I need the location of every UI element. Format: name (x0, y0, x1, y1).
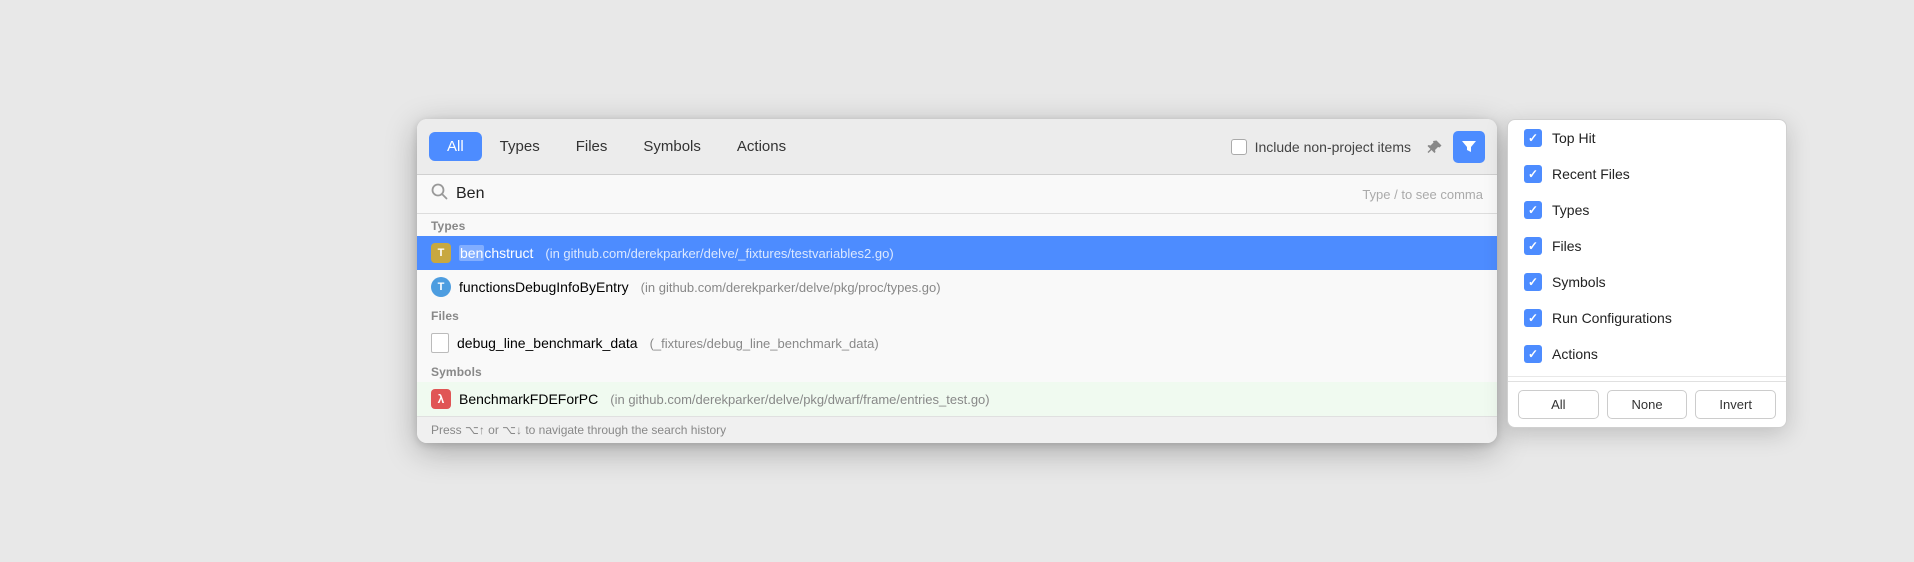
checkbox-files[interactable]: ✓ (1524, 237, 1542, 255)
highlight-text: ben (459, 245, 484, 261)
tab-files[interactable]: Files (558, 132, 626, 161)
dropdown-item-symbols[interactable]: ✓ Symbols (1508, 264, 1786, 300)
dropdown-divider (1508, 376, 1786, 377)
item-name-debug: debug_line_benchmark_data (457, 335, 638, 351)
pin-icon (1427, 139, 1443, 155)
status-bar: Press ⌥↑ or ⌥↓ to navigate through the s… (417, 416, 1497, 443)
include-checkbox[interactable] (1231, 139, 1247, 155)
table-row[interactable]: T functionsDebugInfoByEntry (in github.c… (417, 270, 1497, 304)
search-panel: All Types Files Symbols Actions Include … (417, 119, 1497, 443)
search-input[interactable] (456, 185, 656, 203)
pin-button[interactable] (1421, 133, 1449, 161)
checkbox-recentfiles[interactable]: ✓ (1524, 165, 1542, 183)
section-types: Types (417, 214, 1497, 236)
none-button[interactable]: None (1607, 390, 1688, 419)
table-row[interactable]: λ BenchmarkFDEForPC (in github.com/derek… (417, 382, 1497, 416)
filter-dropdown: ✓ Top Hit ✓ Recent Files ✓ Types ✓ Files… (1507, 119, 1787, 428)
tab-all[interactable]: All (429, 132, 482, 161)
dropdown-item-recentfiles[interactable]: ✓ Recent Files (1508, 156, 1786, 192)
search-row: Type / to see comma (417, 175, 1497, 214)
checkbox-actions[interactable]: ✓ (1524, 345, 1542, 363)
dropdown-item-runconfigs[interactable]: ✓ Run Configurations (1508, 300, 1786, 336)
tab-actions[interactable]: Actions (719, 132, 804, 161)
item-path: (in github.com/derekparker/delve/_fixtur… (545, 246, 893, 261)
filter-icon (1461, 139, 1477, 155)
invert-button[interactable]: Invert (1695, 390, 1776, 419)
include-row: Include non-project items (1231, 139, 1411, 155)
dropdown-label-tophit: Top Hit (1552, 130, 1596, 146)
filter-button[interactable] (1453, 131, 1485, 163)
dropdown-item-types[interactable]: ✓ Types (1508, 192, 1786, 228)
dropdown-label-runconfigs: Run Configurations (1552, 310, 1672, 326)
table-row[interactable]: T benchstruct (in github.com/derekparker… (417, 236, 1497, 270)
item-name-functions: functionsDebugInfoByEntry (459, 279, 629, 295)
search-input-wrapper: Type / to see comma (456, 185, 1483, 203)
dropdown-item-tophit[interactable]: ✓ Top Hit (1508, 120, 1786, 156)
tab-types[interactable]: Types (482, 132, 558, 161)
dropdown-item-files[interactable]: ✓ Files (1508, 228, 1786, 264)
item-path: (_fixtures/debug_line_benchmark_data) (650, 336, 879, 351)
dropdown-label-types: Types (1552, 202, 1589, 218)
item-name-benchmark: BenchmarkFDEForPC (459, 391, 598, 407)
lambda-badge: λ (431, 389, 451, 409)
item-path: (in github.com/derekparker/delve/pkg/pro… (641, 280, 941, 295)
main-container: All Types Files Symbols Actions Include … (417, 119, 1497, 443)
section-files: Files (417, 304, 1497, 326)
type-badge-yellow: T (431, 243, 451, 263)
dropdown-label-files: Files (1552, 238, 1582, 254)
results-area: Types T benchstruct (in github.com/derek… (417, 214, 1497, 416)
item-path: (in github.com/derekparker/delve/pkg/dwa… (610, 392, 989, 407)
section-symbols: Symbols (417, 360, 1497, 382)
type-badge-blue: T (431, 277, 451, 297)
include-label: Include non-project items (1255, 139, 1411, 155)
checkbox-types[interactable]: ✓ (1524, 201, 1542, 219)
dropdown-label-symbols: Symbols (1552, 274, 1606, 290)
magnify-icon (431, 183, 448, 200)
search-hint: Type / to see comma (1362, 187, 1483, 202)
table-row[interactable]: debug_line_benchmark_data (_fixtures/deb… (417, 326, 1497, 360)
all-button[interactable]: All (1518, 390, 1599, 419)
dropdown-actions: All None Invert (1508, 381, 1786, 427)
checkbox-runconfigs[interactable]: ✓ (1524, 309, 1542, 327)
tabs-row: All Types Files Symbols Actions Include … (417, 119, 1497, 175)
file-badge (431, 333, 449, 353)
tab-symbols[interactable]: Symbols (625, 132, 719, 161)
checkbox-symbols[interactable]: ✓ (1524, 273, 1542, 291)
dropdown-label-actions: Actions (1552, 346, 1598, 362)
dropdown-label-recentfiles: Recent Files (1552, 166, 1630, 182)
checkbox-tophit[interactable]: ✓ (1524, 129, 1542, 147)
item-name-benchstruct: benchstruct (459, 245, 533, 261)
dropdown-item-actions[interactable]: ✓ Actions (1508, 336, 1786, 372)
search-icon (431, 183, 448, 205)
